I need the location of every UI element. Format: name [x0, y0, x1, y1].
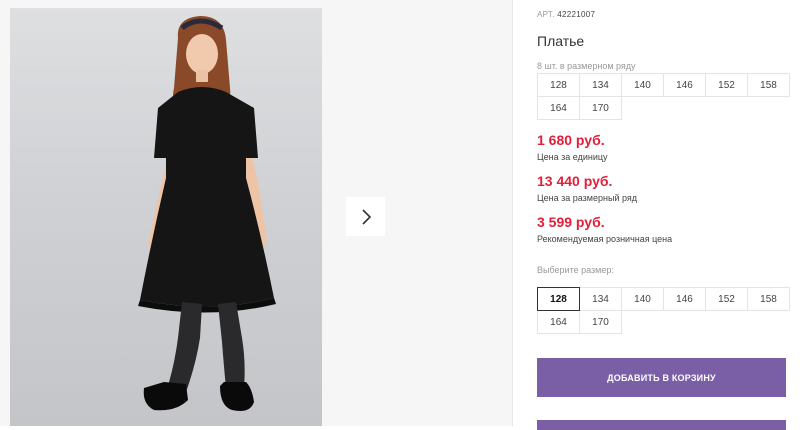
size-option[interactable]: 140	[621, 287, 664, 311]
pack-size-cell: 140	[621, 73, 664, 97]
size-option[interactable]: 164	[537, 310, 580, 334]
girl-in-black-dress-image	[138, 16, 276, 411]
size-option[interactable]: 158	[747, 287, 790, 311]
pack-size-grid: 128 134 140 146 152 158 164 170	[537, 73, 790, 120]
size-option-selected[interactable]: 128	[537, 287, 580, 311]
pack-size-cell: 128	[537, 73, 580, 97]
choose-size-label: Выберите размер:	[537, 265, 614, 275]
unit-price-note: Цена за единицу	[537, 152, 608, 162]
article-label: АРТ.	[537, 10, 555, 19]
product-gallery	[0, 0, 512, 426]
unit-price: 1 680 руб.	[537, 132, 605, 148]
panel-divider	[512, 0, 513, 426]
pack-price-note: Цена за размерный ряд	[537, 193, 638, 203]
retail-price: 3 599 руб.	[537, 214, 605, 230]
size-option[interactable]: 134	[579, 287, 622, 311]
size-picker-grid: 128 134 140 146 152 158 164 170	[537, 287, 790, 334]
pack-size-cell: 146	[663, 73, 706, 97]
next-image-button[interactable]	[346, 197, 385, 236]
chevron-right-icon	[361, 208, 371, 225]
pack-size-cell: 134	[579, 73, 622, 97]
pack-price: 13 440 руб.	[537, 173, 613, 189]
add-to-cart-button[interactable]: ДОБАВИТЬ В КОРЗИНУ	[537, 358, 786, 397]
pack-size-cell: 170	[579, 96, 622, 120]
size-option[interactable]: 146	[663, 287, 706, 311]
retail-price-note: Рекомендуемая розничная цена	[537, 234, 673, 244]
article-number: АРТ. 42221007	[537, 10, 595, 19]
secondary-action-button[interactable]	[537, 420, 786, 430]
size-option[interactable]: 170	[579, 310, 622, 334]
pack-size-cell: 164	[537, 96, 580, 120]
pack-size-cell: 152	[705, 73, 748, 97]
size-option[interactable]: 152	[705, 287, 748, 311]
pack-size-cell: 158	[747, 73, 790, 97]
product-title: Платье	[537, 33, 585, 49]
article-value: 42221007	[557, 10, 596, 19]
pack-size-label: 8 шт. в размерном ряду	[537, 61, 636, 71]
product-photo[interactable]	[10, 8, 322, 426]
